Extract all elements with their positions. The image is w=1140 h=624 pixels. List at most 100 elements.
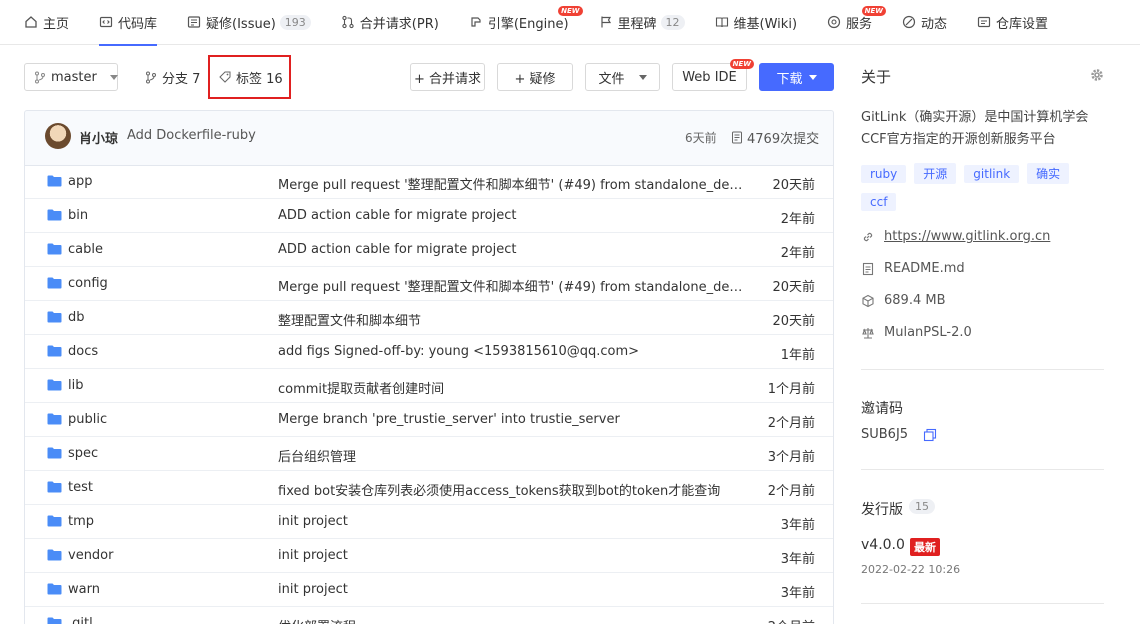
file-commit-message[interactable]: init project: [278, 548, 748, 563]
license-label: MulanPSL-2.0: [884, 325, 972, 340]
tab-milestones-label: 里程碑: [617, 16, 657, 32]
latest-release-version[interactable]: v4.0.0: [861, 537, 905, 553]
tab-issues[interactable]: 疑修(Issue) 193: [187, 0, 311, 45]
table-row[interactable]: warn init project 3年前: [25, 573, 833, 607]
folder-icon: [47, 209, 62, 221]
file-commit-time: 2年前: [780, 212, 815, 227]
file-commit-message[interactable]: 后台组织管理: [278, 446, 748, 465]
file-name[interactable]: .gitl...: [68, 616, 105, 624]
table-row[interactable]: config Merge pull request '整理配置文件和脚本细节' (…: [25, 267, 833, 301]
file-name[interactable]: tmp: [68, 514, 94, 529]
tab-activity-label: 动态: [921, 16, 948, 32]
file-name[interactable]: public: [68, 412, 107, 427]
latest-badge: 最新: [910, 538, 940, 556]
file-name[interactable]: app: [68, 174, 92, 189]
file-commit-time: 3个月前: [767, 450, 815, 465]
copy-icon[interactable]: [923, 428, 937, 446]
file-commit-message[interactable]: 整理配置文件和脚本细节: [278, 310, 748, 329]
table-row[interactable]: public Merge branch 'pre_trustie_server' …: [25, 403, 833, 437]
folder-icon: [47, 175, 62, 187]
license-link[interactable]: MulanPSL-2.0: [861, 325, 972, 340]
file-name[interactable]: test: [68, 480, 93, 495]
table-row[interactable]: spec 后台组织管理 3个月前: [25, 437, 833, 471]
topic-tag[interactable]: 确实: [1027, 163, 1070, 184]
file-name[interactable]: vendor: [68, 548, 113, 563]
file-commit-message[interactable]: Merge branch 'pre_trustie_server' into t…: [278, 412, 748, 427]
tab-activity[interactable]: 动态: [902, 0, 947, 45]
website-link[interactable]: https://www.gitlink.org.cn: [861, 229, 1050, 244]
table-row[interactable]: app Merge pull request '整理配置文件和脚本细节' (#49…: [25, 165, 833, 199]
file-name[interactable]: docs: [68, 344, 98, 359]
service-icon: [827, 15, 841, 29]
table-row[interactable]: .gitl... 优化部署流程 2个月前: [25, 607, 833, 624]
new-pr-button[interactable]: + 合并请求: [410, 63, 485, 91]
tab-home[interactable]: 主页: [24, 0, 69, 45]
file-name[interactable]: warn: [68, 582, 100, 597]
tab-milestones[interactable]: 里程碑 12: [599, 0, 685, 45]
tab-issues-label: 疑修(Issue): [206, 16, 276, 32]
file-commit-message[interactable]: fixed bot安装仓库列表必须使用access_tokens获取到bot的t…: [278, 480, 748, 499]
download-button[interactable]: 下载: [759, 63, 834, 91]
latest-commit-bar: 肖小琼 Add Dockerfile-ruby 6天前 4769次提交: [24, 110, 834, 166]
file-name[interactable]: lib: [68, 378, 83, 393]
file-commit-time: 1个月前: [767, 382, 815, 397]
web-ide-button[interactable]: Web IDE NEW: [672, 59, 754, 91]
table-row[interactable]: tmp init project 3年前: [25, 505, 833, 539]
file-commit-message[interactable]: init project: [278, 582, 748, 597]
tab-wiki[interactable]: 维基(Wiki): [715, 0, 797, 45]
commit-count-link[interactable]: 4769次提交: [731, 128, 819, 147]
home-icon: [24, 15, 38, 29]
new-issue-button[interactable]: + 疑修: [497, 63, 573, 91]
file-commit-message[interactable]: init project: [278, 514, 748, 529]
file-commit-message[interactable]: ADD action cable for migrate project: [278, 242, 748, 257]
tab-code[interactable]: 代码库: [99, 0, 158, 46]
releases-title[interactable]: 发行版: [861, 499, 903, 519]
commit-author[interactable]: 肖小琼: [79, 128, 118, 147]
folder-icon: [47, 379, 62, 391]
website-url: https://www.gitlink.org.cn: [884, 229, 1051, 244]
readme-link[interactable]: README.md: [861, 261, 965, 276]
table-row[interactable]: bin ADD action cable for migrate project 2…: [25, 199, 833, 233]
table-row[interactable]: lib commit提取贡献者创建时间 1个月前: [25, 369, 833, 403]
web-ide-new-badge: NEW: [729, 59, 754, 69]
file-name[interactable]: config: [68, 276, 108, 291]
file-name[interactable]: cable: [68, 242, 103, 257]
link-icon: [861, 230, 875, 244]
branches-link[interactable]: 分支 7: [145, 63, 200, 91]
file-name[interactable]: bin: [68, 208, 88, 223]
repo-size: 689.4 MB: [861, 293, 945, 308]
tab-settings[interactable]: 仓库设置: [977, 0, 1048, 45]
file-commit-message[interactable]: commit提取贡献者创建时间: [278, 378, 748, 397]
file-commit-time: 1年前: [780, 348, 815, 363]
topic-tag[interactable]: ruby: [861, 165, 907, 183]
file-commit-message[interactable]: Merge pull request '整理配置文件和脚本细节' (#49) f…: [278, 276, 748, 295]
file-name[interactable]: spec: [68, 446, 98, 461]
file-commit-message[interactable]: ADD action cable for migrate project: [278, 208, 748, 223]
tab-wiki-label: 维基(Wiki): [733, 16, 798, 32]
branches-label: 分支 7: [162, 71, 201, 87]
folder-icon: [47, 481, 62, 493]
file-commit-time: 20天前: [772, 314, 815, 329]
file-name[interactable]: db: [68, 310, 85, 325]
topic-tag[interactable]: ccf: [861, 193, 897, 211]
tab-services[interactable]: 服务 NEW: [827, 0, 887, 45]
file-commit-message[interactable]: Merge pull request '整理配置文件和脚本细节' (#49) f…: [278, 174, 748, 193]
table-row[interactable]: vendor init project 3年前: [25, 539, 833, 573]
topic-tag[interactable]: gitlink: [964, 165, 1020, 183]
topic-tag[interactable]: 开源: [914, 163, 957, 184]
table-row[interactable]: cable ADD action cable for migrate projec…: [25, 233, 833, 267]
tab-pulls[interactable]: 合并请求(PR): [341, 0, 439, 45]
table-row[interactable]: docs add figs Signed-off-by: young <15938…: [25, 335, 833, 369]
commit-message[interactable]: Add Dockerfile-ruby: [127, 128, 256, 143]
file-commit-message[interactable]: add figs Signed-off-by: young <159381561…: [278, 344, 748, 359]
tab-engine[interactable]: 引擎(Engine) NEW: [469, 0, 583, 45]
table-row[interactable]: test fixed bot安装仓库列表必须使用access_tokens获取到b…: [25, 471, 833, 505]
files-dropdown[interactable]: 文件: [585, 63, 660, 91]
gear-icon[interactable]: [1090, 68, 1104, 86]
branch-select[interactable]: master: [24, 63, 118, 91]
table-row[interactable]: db 整理配置文件和脚本细节 20天前: [25, 301, 833, 335]
file-commit-message[interactable]: 优化部署流程: [278, 616, 748, 624]
folder-icon: [47, 311, 62, 323]
avatar[interactable]: [45, 123, 71, 149]
repo-description: GitLink（确实开源）是中国计算机学会CCF官方指定的开源创新服务平台: [861, 110, 1089, 147]
